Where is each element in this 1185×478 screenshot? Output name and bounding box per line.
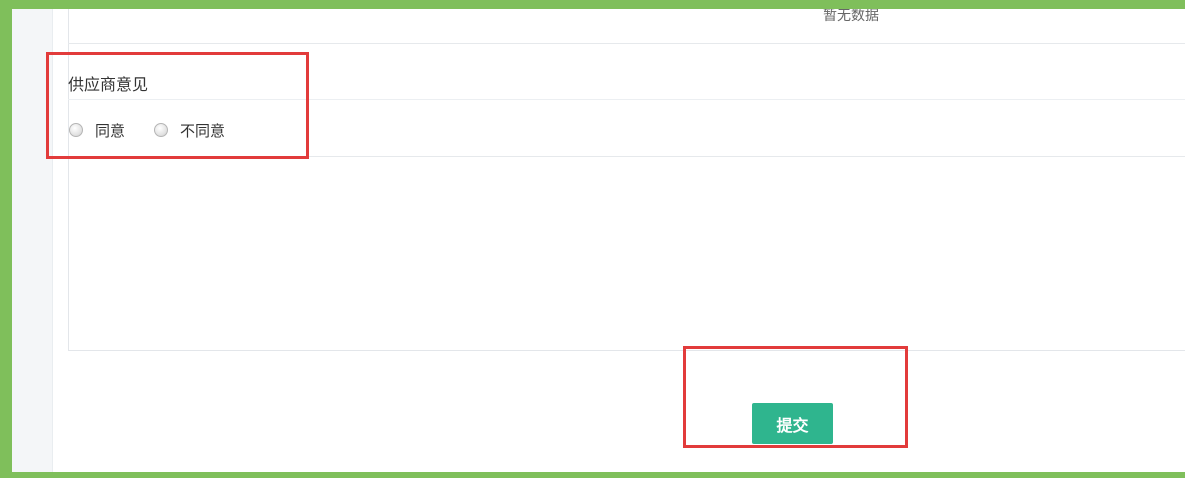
section-divider xyxy=(68,99,1185,100)
radio-option-disagree[interactable]: 不同意 xyxy=(154,120,225,141)
radio-circle-icon[interactable] xyxy=(69,123,83,137)
supplier-opinion-radio-group: 同意 不同意 xyxy=(68,118,225,142)
window-frame-bottom xyxy=(0,472,1185,478)
supplier-opinion-title: 供应商意见 xyxy=(68,75,149,94)
radio-circle-icon[interactable] xyxy=(154,123,169,137)
radio-label-agree: 同意 xyxy=(95,121,126,140)
no-data-text: 暂无数据 xyxy=(823,9,879,24)
table-empty-row: 暂无数据 xyxy=(68,9,1185,44)
data-table xyxy=(68,9,1185,351)
section-divider xyxy=(68,156,1185,157)
window-frame-top xyxy=(0,0,1185,9)
side-gutter xyxy=(12,9,53,472)
submit-button[interactable]: 提交 xyxy=(752,403,833,444)
radio-label-disagree: 不同意 xyxy=(180,121,226,140)
screen: 暂无数据 供应商意见 同意 不同意 提交 xyxy=(0,0,1185,478)
radio-option-agree[interactable]: 同意 xyxy=(69,120,125,141)
window-frame-left xyxy=(0,0,12,478)
